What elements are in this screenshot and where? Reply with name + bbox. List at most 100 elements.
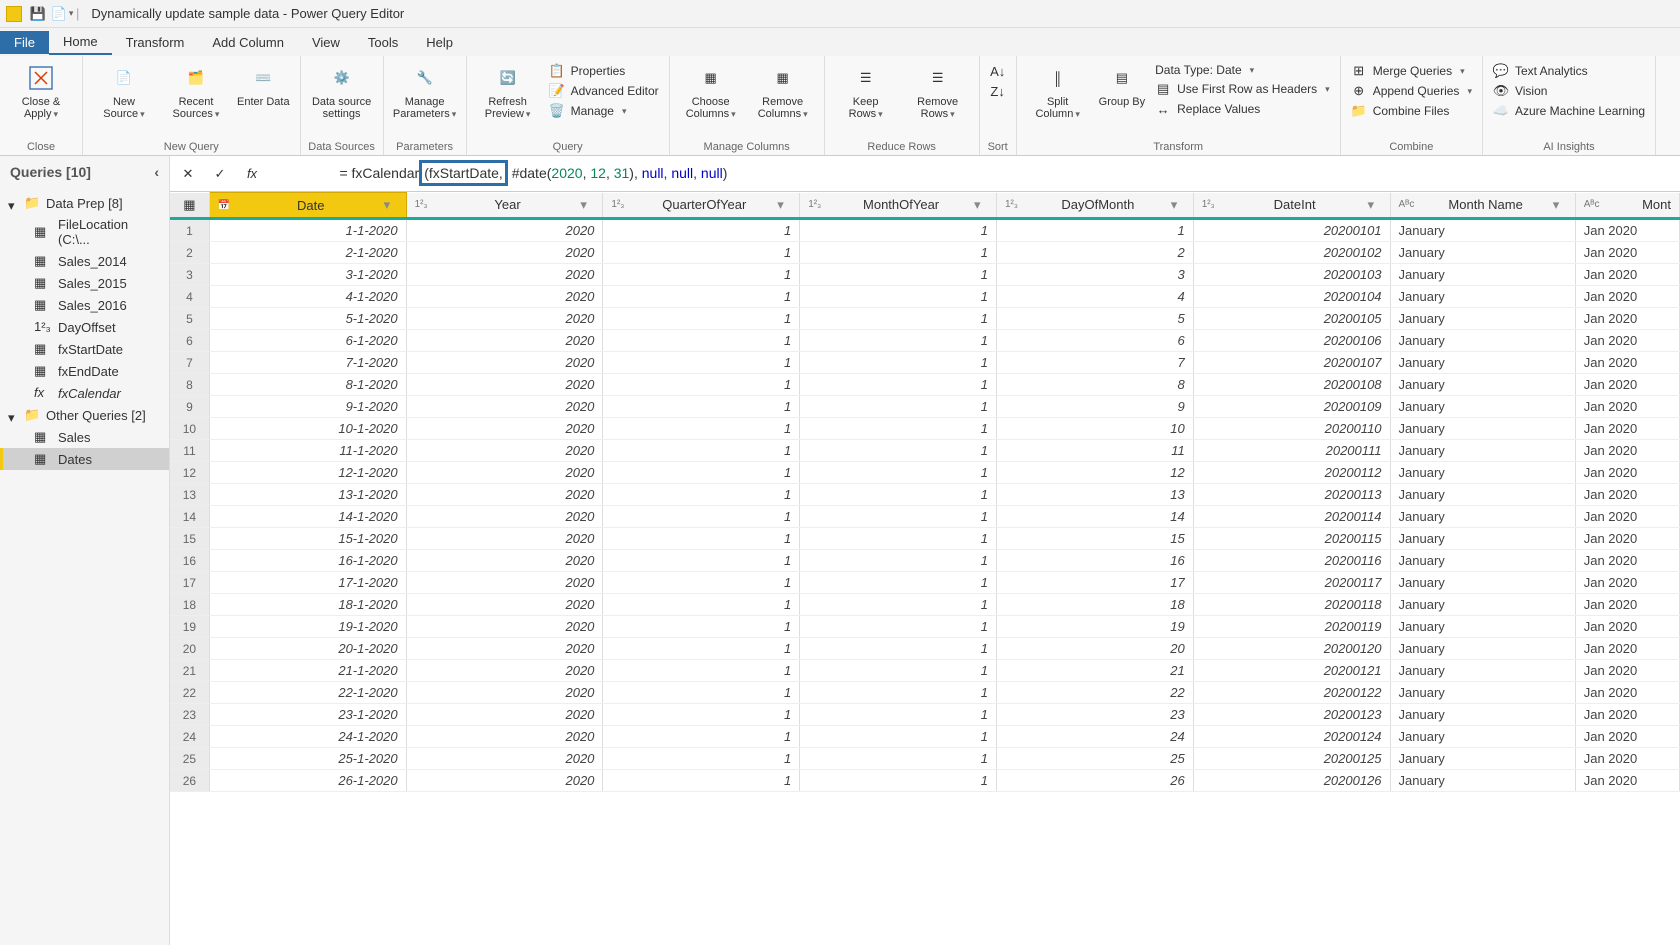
cell-date[interactable]: 6-1-2020 (209, 330, 406, 352)
cell-day[interactable]: 17 (996, 572, 1193, 594)
cell-year[interactable]: 2020 (406, 572, 603, 594)
table-row[interactable]: 1 1-1-2020 2020 1 1 1 20200101 January J… (170, 219, 1680, 242)
cell-month[interactable]: 1 (800, 264, 997, 286)
cell-quarter[interactable]: 1 (603, 286, 800, 308)
table-row[interactable]: 19 19-1-2020 2020 1 1 19 20200119 Januar… (170, 616, 1680, 638)
cell-mon[interactable]: Jan 2020 (1575, 506, 1679, 528)
row-number[interactable]: 1 (170, 219, 209, 242)
cell-day[interactable]: 19 (996, 616, 1193, 638)
cell-date[interactable]: 17-1-2020 (209, 572, 406, 594)
commit-formula-button[interactable]: ✓ (208, 162, 232, 186)
cell-day[interactable]: 15 (996, 528, 1193, 550)
cell-day[interactable]: 25 (996, 748, 1193, 770)
cell-day[interactable]: 26 (996, 770, 1193, 792)
table-row[interactable]: 11 11-1-2020 2020 1 1 11 20200111 Januar… (170, 440, 1680, 462)
cell-dateint[interactable]: 20200104 (1193, 286, 1390, 308)
table-row[interactable]: 17 17-1-2020 2020 1 1 17 20200117 Januar… (170, 572, 1680, 594)
manage-button[interactable]: 🗑️Manage (547, 102, 661, 120)
cell-day[interactable]: 14 (996, 506, 1193, 528)
cell-month[interactable]: 1 (800, 528, 997, 550)
table-row[interactable]: 14 14-1-2020 2020 1 1 14 20200114 Januar… (170, 506, 1680, 528)
cell-year[interactable]: 2020 (406, 616, 603, 638)
cell-dateint[interactable]: 20200122 (1193, 682, 1390, 704)
cell-month[interactable]: 1 (800, 550, 997, 572)
cell-dateint[interactable]: 20200121 (1193, 660, 1390, 682)
cell-day[interactable]: 6 (996, 330, 1193, 352)
cell-date[interactable]: 26-1-2020 (209, 770, 406, 792)
query-dayoffset[interactable]: 1²₃DayOffset (0, 316, 169, 338)
cell-monthname[interactable]: January (1390, 550, 1575, 572)
row-number[interactable]: 18 (170, 594, 209, 616)
filter-icon[interactable]: ▾ (1368, 197, 1382, 213)
cell-dateint[interactable]: 20200109 (1193, 396, 1390, 418)
cell-monthname[interactable]: January (1390, 682, 1575, 704)
cell-dateint[interactable]: 20200117 (1193, 572, 1390, 594)
row-number[interactable]: 25 (170, 748, 209, 770)
cell-date[interactable]: 10-1-2020 (209, 418, 406, 440)
cell-month[interactable]: 1 (800, 374, 997, 396)
vision-button[interactable]: 👁Vision (1491, 82, 1647, 100)
filter-icon[interactable]: ▾ (1171, 197, 1185, 213)
cell-date[interactable]: 5-1-2020 (209, 308, 406, 330)
cell-dateint[interactable]: 20200114 (1193, 506, 1390, 528)
sort-asc-button[interactable]: A↓ (988, 62, 1008, 80)
cell-year[interactable]: 2020 (406, 550, 603, 572)
table-row[interactable]: 13 13-1-2020 2020 1 1 13 20200113 Januar… (170, 484, 1680, 506)
cell-year[interactable]: 2020 (406, 308, 603, 330)
cell-mon[interactable]: Jan 2020 (1575, 462, 1679, 484)
cell-quarter[interactable]: 1 (603, 462, 800, 484)
filter-icon[interactable]: ▾ (384, 197, 398, 213)
cell-day[interactable]: 10 (996, 418, 1193, 440)
cell-quarter[interactable]: 1 (603, 594, 800, 616)
cell-year[interactable]: 2020 (406, 638, 603, 660)
cell-mon[interactable]: Jan 2020 (1575, 440, 1679, 462)
group-by-button[interactable]: ▤Group By (1095, 60, 1149, 110)
row-number[interactable]: 20 (170, 638, 209, 660)
cell-monthname[interactable]: January (1390, 352, 1575, 374)
cell-year[interactable]: 2020 (406, 594, 603, 616)
cell-monthname[interactable]: January (1390, 506, 1575, 528)
data-type-button[interactable]: Data Type: Date (1153, 62, 1332, 78)
cell-mon[interactable]: Jan 2020 (1575, 242, 1679, 264)
choose-columns-button[interactable]: ▦Choose Columns (676, 60, 746, 122)
cell-mon[interactable]: Jan 2020 (1575, 264, 1679, 286)
cell-year[interactable]: 2020 (406, 418, 603, 440)
cell-month[interactable]: 1 (800, 484, 997, 506)
cell-month[interactable]: 1 (800, 396, 997, 418)
cell-mon[interactable]: Jan 2020 (1575, 374, 1679, 396)
cell-year[interactable]: 2020 (406, 484, 603, 506)
row-number[interactable]: 13 (170, 484, 209, 506)
cell-year[interactable]: 2020 (406, 682, 603, 704)
cell-dateint[interactable]: 20200126 (1193, 770, 1390, 792)
cell-month[interactable]: 1 (800, 286, 997, 308)
row-number[interactable]: 22 (170, 682, 209, 704)
cell-dateint[interactable]: 20200125 (1193, 748, 1390, 770)
cell-quarter[interactable]: 1 (603, 440, 800, 462)
cell-quarter[interactable]: 1 (603, 528, 800, 550)
cell-date[interactable]: 24-1-2020 (209, 726, 406, 748)
cell-quarter[interactable]: 1 (603, 770, 800, 792)
cell-quarter[interactable]: 1 (603, 308, 800, 330)
cell-mon[interactable]: Jan 2020 (1575, 660, 1679, 682)
row-number[interactable]: 4 (170, 286, 209, 308)
cell-quarter[interactable]: 1 (603, 506, 800, 528)
cell-quarter[interactable]: 1 (603, 572, 800, 594)
sort-desc-button[interactable]: Z↓ (988, 82, 1008, 100)
cell-monthname[interactable]: January (1390, 616, 1575, 638)
row-number[interactable]: 8 (170, 374, 209, 396)
query-fxenddate[interactable]: ▦fxEndDate (0, 360, 169, 382)
table-row[interactable]: 3 3-1-2020 2020 1 1 3 20200103 January J… (170, 264, 1680, 286)
folder-data-prep[interactable]: ▾ 📁 Data Prep [8] (0, 192, 169, 214)
cell-dateint[interactable]: 20200123 (1193, 704, 1390, 726)
row-number[interactable]: 15 (170, 528, 209, 550)
table-row[interactable]: 7 7-1-2020 2020 1 1 7 20200107 January J… (170, 352, 1680, 374)
cell-quarter[interactable]: 1 (603, 704, 800, 726)
cell-dateint[interactable]: 20200105 (1193, 308, 1390, 330)
cell-mon[interactable]: Jan 2020 (1575, 726, 1679, 748)
table-row[interactable]: 15 15-1-2020 2020 1 1 15 20200115 Januar… (170, 528, 1680, 550)
cell-year[interactable]: 2020 (406, 704, 603, 726)
cell-month[interactable]: 1 (800, 616, 997, 638)
cell-day[interactable]: 20 (996, 638, 1193, 660)
cell-year[interactable]: 2020 (406, 219, 603, 242)
cell-quarter[interactable]: 1 (603, 219, 800, 242)
